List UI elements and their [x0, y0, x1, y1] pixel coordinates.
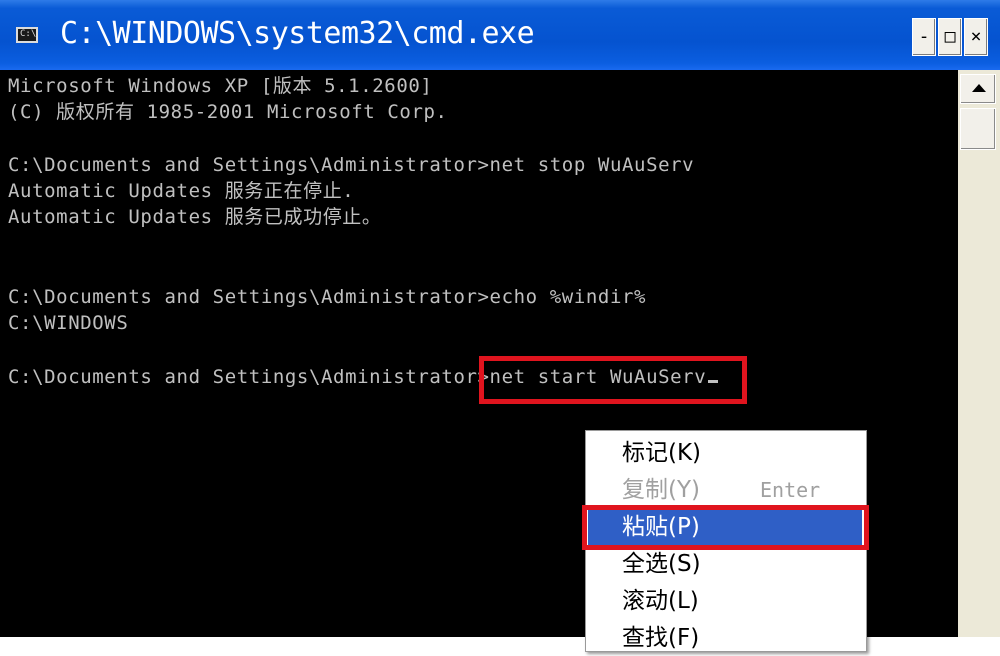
- command-highlight-box: [479, 356, 747, 404]
- menu-item-select-all[interactable]: 全选(S): [588, 546, 862, 582]
- console-line: Microsoft Windows XP [版本 5.1.2600]: [8, 75, 433, 97]
- console-icon[interactable]: C:\: [16, 27, 38, 43]
- menu-item-label: 滚动(L): [622, 588, 699, 614]
- scroll-thumb[interactable]: [960, 108, 996, 150]
- console-line: C:\Documents and Settings\Administrator>…: [8, 154, 695, 176]
- close-button[interactable]: ×: [964, 18, 988, 56]
- menu-item-label: 查找(F): [622, 625, 700, 651]
- console-line: C:\Documents and Settings\Administrator>…: [8, 286, 647, 308]
- console-line: Automatic Updates 服务已成功停止。: [8, 206, 382, 228]
- cmd-window: C:\ C:\WINDOWS\system32\cmd.exe - □ × Mi…: [0, 0, 1000, 652]
- window-title: C:\WINDOWS\system32\cmd.exe: [60, 16, 535, 51]
- menu-item-scroll[interactable]: 滚动(L): [588, 583, 862, 619]
- menu-item-label: 标记(K): [622, 440, 702, 466]
- menu-item-label: 全选(S): [622, 551, 701, 577]
- console-line: Automatic Updates 服务正在停止.: [8, 180, 355, 202]
- console-line: C:\WINDOWS: [8, 312, 129, 334]
- paste-highlight-box: [582, 505, 869, 550]
- menu-item-find[interactable]: 查找(F): [588, 620, 862, 656]
- scroll-up-button[interactable]: [960, 74, 996, 104]
- minimize-button[interactable]: -: [912, 18, 936, 56]
- console-line: (C) 版权所有 1985-2001 Microsoft Corp.: [8, 101, 448, 123]
- vertical-scrollbar[interactable]: [958, 70, 1000, 637]
- menu-item-copy[interactable]: 复制(Y) Enter: [588, 472, 862, 508]
- menu-item-label: 复制(Y): [622, 477, 700, 503]
- title-bar[interactable]: C:\ C:\WINDOWS\system32\cmd.exe - □ ×: [0, 0, 1000, 70]
- maximize-button[interactable]: □: [938, 18, 962, 56]
- menu-item-mark[interactable]: 标记(K): [588, 435, 862, 471]
- menu-shortcut: Enter: [760, 478, 821, 502]
